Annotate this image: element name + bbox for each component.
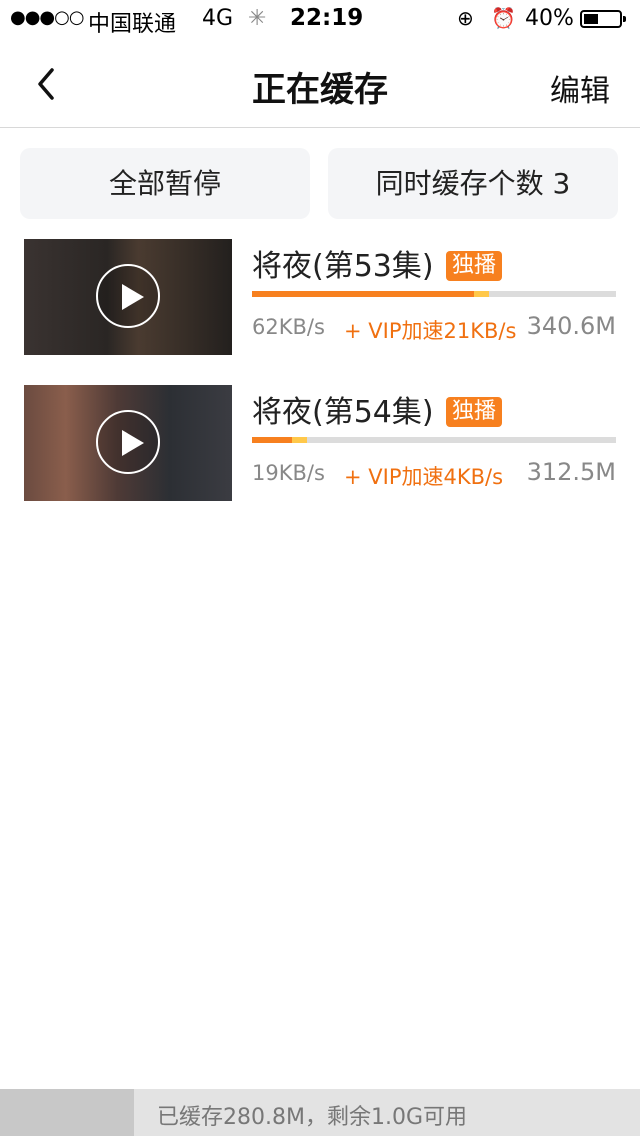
network-type: 4G: [202, 6, 234, 31]
clock: 22:19: [290, 5, 364, 31]
file-size: 340.6M: [526, 312, 616, 340]
concurrent-downloads-button[interactable]: 同时缓存个数 3: [328, 148, 618, 219]
status-bar: ●●●○○ 中国联通 4G ✳ 22:19 ⊕ ⏰ 40%: [0, 0, 640, 40]
storage-status-bar: 已缓存280.8M，剩余1.0G可用: [0, 1089, 640, 1136]
exclusive-badge: 独播: [446, 397, 503, 427]
storage-used-fill: [0, 1089, 134, 1136]
download-item[interactable]: 将夜(第54集) 独播 19KB/s + VIP加速4KB/s 312.5M: [24, 385, 616, 503]
signal-strength-icon: ●●●○○: [10, 7, 85, 28]
video-thumbnail[interactable]: [24, 239, 232, 355]
file-size: 312.5M: [526, 458, 616, 486]
battery-percentage: 40%: [525, 6, 574, 31]
vip-boost-speed[interactable]: + VIP加速21KB/s: [344, 315, 516, 345]
play-icon[interactable]: [96, 410, 160, 474]
activity-spinner-icon: ✳: [248, 6, 267, 31]
episode-title: 将夜(第53集): [252, 249, 434, 284]
download-speed: 62KB/s: [252, 315, 325, 339]
download-progress-bar: [252, 437, 616, 443]
orientation-lock-icon: ⊕: [457, 6, 474, 30]
battery-icon: [580, 10, 626, 28]
navigation-bar: 正在缓存 编辑: [0, 40, 640, 128]
carrier-name: 中国联通: [88, 12, 177, 37]
alarm-icon: ⏰: [491, 6, 516, 30]
episode-title: 将夜(第54集): [252, 395, 434, 430]
storage-text: 已缓存280.8M，剩余1.0G可用: [157, 1105, 467, 1130]
exclusive-badge: 独播: [446, 251, 503, 281]
download-speed: 19KB/s: [252, 461, 325, 485]
download-item[interactable]: 将夜(第53集) 独播 62KB/s + VIP加速21KB/s 340.6M: [24, 239, 616, 357]
play-icon[interactable]: [96, 264, 160, 328]
page-title: 正在缓存: [252, 70, 388, 110]
vip-boost-speed[interactable]: + VIP加速4KB/s: [344, 461, 503, 491]
pause-all-button[interactable]: 全部暂停: [20, 148, 310, 219]
video-thumbnail[interactable]: [24, 385, 232, 501]
edit-button[interactable]: 编辑: [550, 66, 610, 110]
download-progress-bar: [252, 291, 616, 297]
